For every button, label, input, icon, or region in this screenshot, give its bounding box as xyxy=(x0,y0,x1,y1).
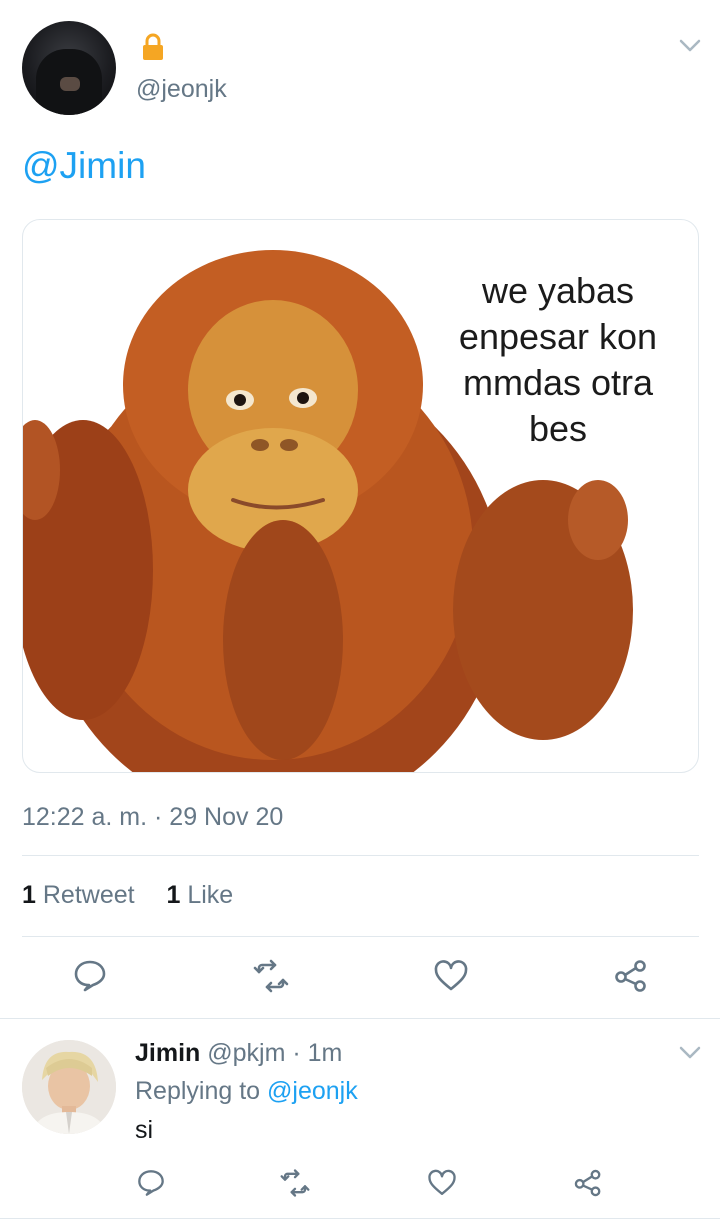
tweet-stats: 1 Retweet 1 Like xyxy=(22,881,233,910)
divider xyxy=(0,1218,720,1219)
user-handle[interactable]: @jeonjk xyxy=(136,75,227,104)
like-count: 1 xyxy=(166,881,181,909)
like-icon[interactable] xyxy=(433,958,469,994)
retweet-stat[interactable]: 1 Retweet xyxy=(22,881,135,909)
lock-icon xyxy=(140,32,166,62)
reply-icon[interactable] xyxy=(72,958,108,994)
divider xyxy=(0,1018,720,1019)
tweet-image[interactable]: we yabas enpesar kon mmdas otra bes xyxy=(22,219,699,773)
reply-icon[interactable] xyxy=(136,1168,166,1198)
avatar[interactable] xyxy=(22,1040,116,1134)
retweet-count: 1 xyxy=(22,881,36,909)
retweet-label: Retweet xyxy=(42,881,135,909)
share-icon[interactable] xyxy=(573,1168,603,1198)
reply-header: Jimin @pkjm · 1m xyxy=(135,1039,342,1068)
avatar-detail xyxy=(60,77,80,91)
chevron-down-icon[interactable] xyxy=(679,1046,701,1060)
reply-display-name[interactable]: Jimin xyxy=(135,1039,200,1067)
replying-to: Replying to @jeonjk xyxy=(135,1077,358,1106)
chevron-down-icon[interactable] xyxy=(679,39,701,53)
avatar[interactable] xyxy=(22,21,116,115)
tweet-mention[interactable]: @Jimin xyxy=(22,145,146,187)
share-icon[interactable] xyxy=(613,958,649,994)
divider xyxy=(22,936,699,937)
like-stat[interactable]: 1 Like xyxy=(166,881,233,909)
reply-meta: @pkjm · 1m xyxy=(207,1039,343,1067)
image-caption: we yabas enpesar kon mmdas otra bes xyxy=(458,270,658,449)
reply-text: si xyxy=(135,1116,154,1144)
avatar-photo xyxy=(22,1040,116,1134)
like-label: Like xyxy=(187,881,234,909)
tweet-timestamp: 12:22 a. m. · 29 Nov 20 xyxy=(22,803,284,831)
retweet-icon[interactable] xyxy=(280,1168,310,1198)
retweet-icon[interactable] xyxy=(253,958,289,994)
replying-prefix: Replying to xyxy=(135,1077,261,1105)
divider xyxy=(22,855,699,856)
replying-handle[interactable]: @jeonjk xyxy=(267,1077,358,1105)
like-icon[interactable] xyxy=(427,1168,457,1198)
